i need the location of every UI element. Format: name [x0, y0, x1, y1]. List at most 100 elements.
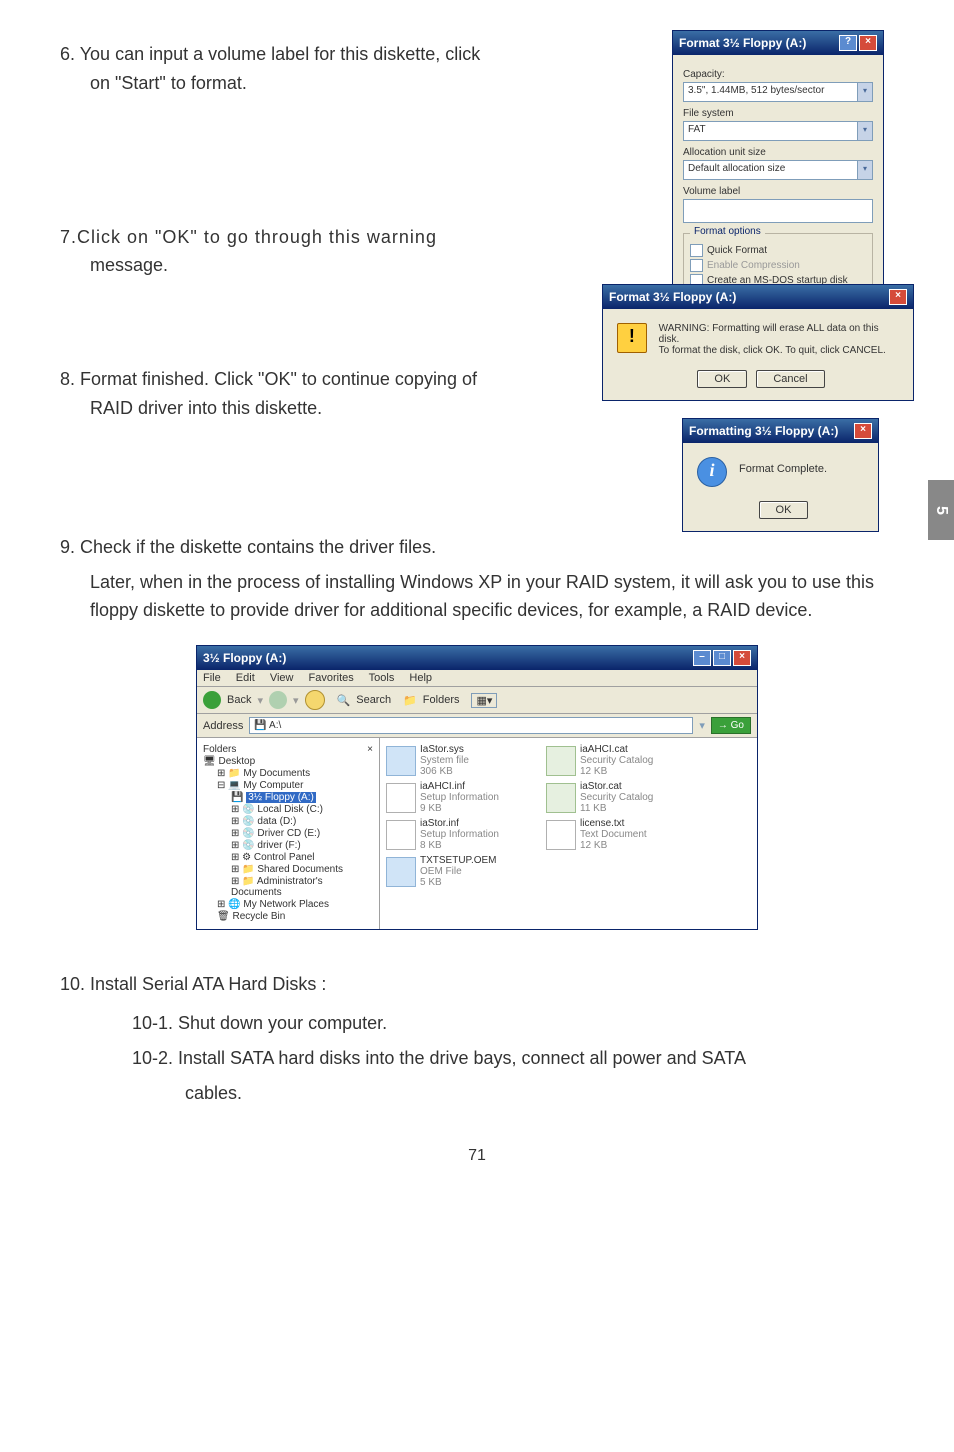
menubar: File Edit View Favorites Tools Help	[197, 670, 757, 687]
complete-msg: Format Complete.	[739, 457, 827, 475]
step-9: 9. Check if the diskette contains the dr…	[60, 533, 894, 625]
search-button[interactable]: Search	[356, 694, 391, 706]
quick-format-checkbox[interactable]: Quick Format	[690, 244, 866, 257]
help-button[interactable]: ?	[839, 35, 857, 51]
step-10: 10. Install Serial ATA Hard Disks : 10-1…	[60, 970, 894, 1107]
section-tab: 5	[928, 480, 954, 540]
menu-tools[interactable]: Tools	[369, 672, 395, 684]
file-icon	[386, 820, 416, 850]
format-titlebar: Format 3½ Floppy (A:) ? ×	[673, 31, 883, 55]
explorer-window: 3½ Floppy (A:) – □ × File Edit View Favo…	[196, 645, 758, 930]
folders-pane: Folders × 🖥 Desktop ⊞ 📁 My Documents ⊟ 💻 …	[197, 738, 380, 929]
menu-help[interactable]: Help	[409, 672, 432, 684]
close-icon[interactable]: ×	[859, 35, 877, 51]
file-item[interactable]: iaStor.infSetup Information8 KB	[386, 818, 536, 851]
warning-dialog: Format 3½ Floppy (A:) × WARNING: Formatt…	[602, 284, 914, 401]
tree-item[interactable]: ⊞ 📁 Administrator's Documents	[231, 876, 373, 898]
maximize-button[interactable]: □	[713, 650, 731, 666]
views-button[interactable]: ▦▾	[471, 693, 497, 708]
step8-text: 8. Format finished. Click "OK" to contin…	[60, 369, 477, 389]
toolbar: Back ▾ ▾ 🔍Search 📁Folders ▦▾	[197, 687, 757, 714]
tree-item[interactable]: ⊞ 🌐 My Network Places	[217, 899, 373, 910]
close-icon[interactable]: ×	[733, 650, 751, 666]
warning-icon	[617, 323, 647, 353]
folders-title: Folders	[203, 744, 236, 755]
file-item[interactable]: iaStor.catSecurity Catalog11 KB	[546, 781, 696, 814]
menu-edit[interactable]: Edit	[236, 672, 255, 684]
warning-msg2: To format the disk, click OK. To quit, c…	[659, 345, 899, 356]
menu-view[interactable]: View	[270, 672, 294, 684]
file-icon	[546, 820, 576, 850]
step9-line2: Later, when in the process of installing…	[60, 568, 894, 626]
step10-2-cont: cables.	[185, 1083, 242, 1103]
complete-title: Formatting 3½ Floppy (A:)	[689, 424, 838, 438]
close-pane-icon[interactable]: ×	[367, 744, 373, 755]
step10-1: Shut down your computer.	[178, 1013, 387, 1033]
folders-button[interactable]: Folders	[423, 694, 460, 706]
file-pane: IaStor.sysSystem file306 KB iaAHCI.catSec…	[380, 738, 757, 929]
step8-cont: RAID driver into this diskette.	[60, 398, 322, 418]
tree-item[interactable]: 💾 3½ Floppy (A:)	[231, 792, 373, 803]
filesystem-combo[interactable]: FAT▾	[683, 121, 873, 141]
step7-cont: message.	[60, 255, 168, 275]
explorer-titlebar: 3½ Floppy (A:) – □ ×	[197, 646, 757, 670]
warning-title: Format 3½ Floppy (A:)	[609, 290, 736, 304]
filesystem-label: File system	[683, 108, 873, 119]
step6-cont: on "Start" to format.	[60, 73, 247, 93]
tree-item[interactable]: ⊞ 💿 Driver CD (E:)	[231, 828, 373, 839]
tree-item[interactable]: ⊞ 📁 My Documents	[217, 768, 373, 779]
chevron-down-icon: ▾	[857, 161, 872, 179]
volume-label: Volume label	[683, 186, 873, 197]
tree-item[interactable]: ⊞ 💿 Local Disk (C:)	[231, 804, 373, 815]
step-6: 6. You can input a volume label for this…	[60, 40, 600, 98]
chevron-down-icon: ▾	[857, 122, 872, 140]
forward-icon[interactable]	[269, 691, 287, 709]
ok-button[interactable]: OK	[697, 370, 747, 388]
complete-dialog: Formatting 3½ Floppy (A:) × Format Compl…	[682, 418, 879, 532]
step10-title: 10. Install Serial ATA Hard Disks :	[60, 970, 894, 999]
tree-item[interactable]: 🖥 Desktop	[203, 756, 373, 767]
address-input[interactable]: 💾 A:\	[249, 717, 693, 734]
warning-msg1: WARNING: Formatting will erase ALL data …	[659, 323, 899, 345]
tree-item[interactable]: ⊞ 💿 driver (F:)	[231, 840, 373, 851]
step10-2: Install SATA hard disks into the drive b…	[178, 1048, 746, 1068]
cancel-button[interactable]: Cancel	[756, 370, 824, 388]
step9-line1: 9. Check if the diskette contains the dr…	[60, 537, 436, 557]
tree-item[interactable]: 🗑 Recycle Bin	[217, 911, 373, 922]
file-item[interactable]: TXTSETUP.OEMOEM File5 KB	[386, 855, 536, 888]
address-bar: Address 💾 A:\ ▾ → Go	[197, 714, 757, 738]
capacity-combo[interactable]: 3.5", 1.44MB, 512 bytes/sector▾	[683, 82, 873, 102]
page-number: 71	[60, 1147, 894, 1165]
file-item[interactable]: IaStor.sysSystem file306 KB	[386, 744, 536, 777]
close-icon[interactable]: ×	[854, 423, 872, 439]
tree-item[interactable]: ⊞ 📁 Shared Documents	[231, 864, 373, 875]
up-icon[interactable]	[305, 690, 325, 710]
tree-item[interactable]: ⊞ 💿 data (D:)	[231, 816, 373, 827]
step7-text: 7.Click on "OK" to go through this warni…	[60, 227, 437, 247]
volume-input[interactable]	[683, 199, 873, 223]
menu-favorites[interactable]: Favorites	[309, 672, 354, 684]
alloc-label: Allocation unit size	[683, 147, 873, 158]
explorer-title: 3½ Floppy (A:)	[203, 651, 286, 665]
file-item[interactable]: iaAHCI.catSecurity Catalog12 KB	[546, 744, 696, 777]
capacity-value: 3.5", 1.44MB, 512 bytes/sector	[684, 83, 857, 101]
minimize-button[interactable]: –	[693, 650, 711, 666]
menu-file[interactable]: File	[203, 672, 221, 684]
warning-titlebar: Format 3½ Floppy (A:) ×	[603, 285, 913, 309]
file-icon	[386, 746, 416, 776]
close-icon[interactable]: ×	[889, 289, 907, 305]
alloc-value: Default allocation size	[684, 161, 857, 179]
address-label: Address	[203, 720, 243, 732]
capacity-label: Capacity:	[683, 69, 873, 80]
back-icon[interactable]	[203, 691, 221, 709]
tree-item[interactable]: ⊞ ⚙ Control Panel	[231, 852, 373, 863]
alloc-combo[interactable]: Default allocation size▾	[683, 160, 873, 180]
file-item[interactable]: license.txtText Document12 KB	[546, 818, 696, 851]
step6-text: 6. You can input a volume label for this…	[60, 44, 480, 64]
ok-button[interactable]: OK	[759, 501, 809, 519]
go-button[interactable]: → Go	[711, 717, 751, 734]
tree-item[interactable]: ⊟ 💻 My Computer	[217, 780, 373, 791]
chevron-down-icon: ▾	[857, 83, 872, 101]
back-label: Back	[227, 694, 251, 706]
file-item[interactable]: iaAHCI.infSetup Information9 KB	[386, 781, 536, 814]
